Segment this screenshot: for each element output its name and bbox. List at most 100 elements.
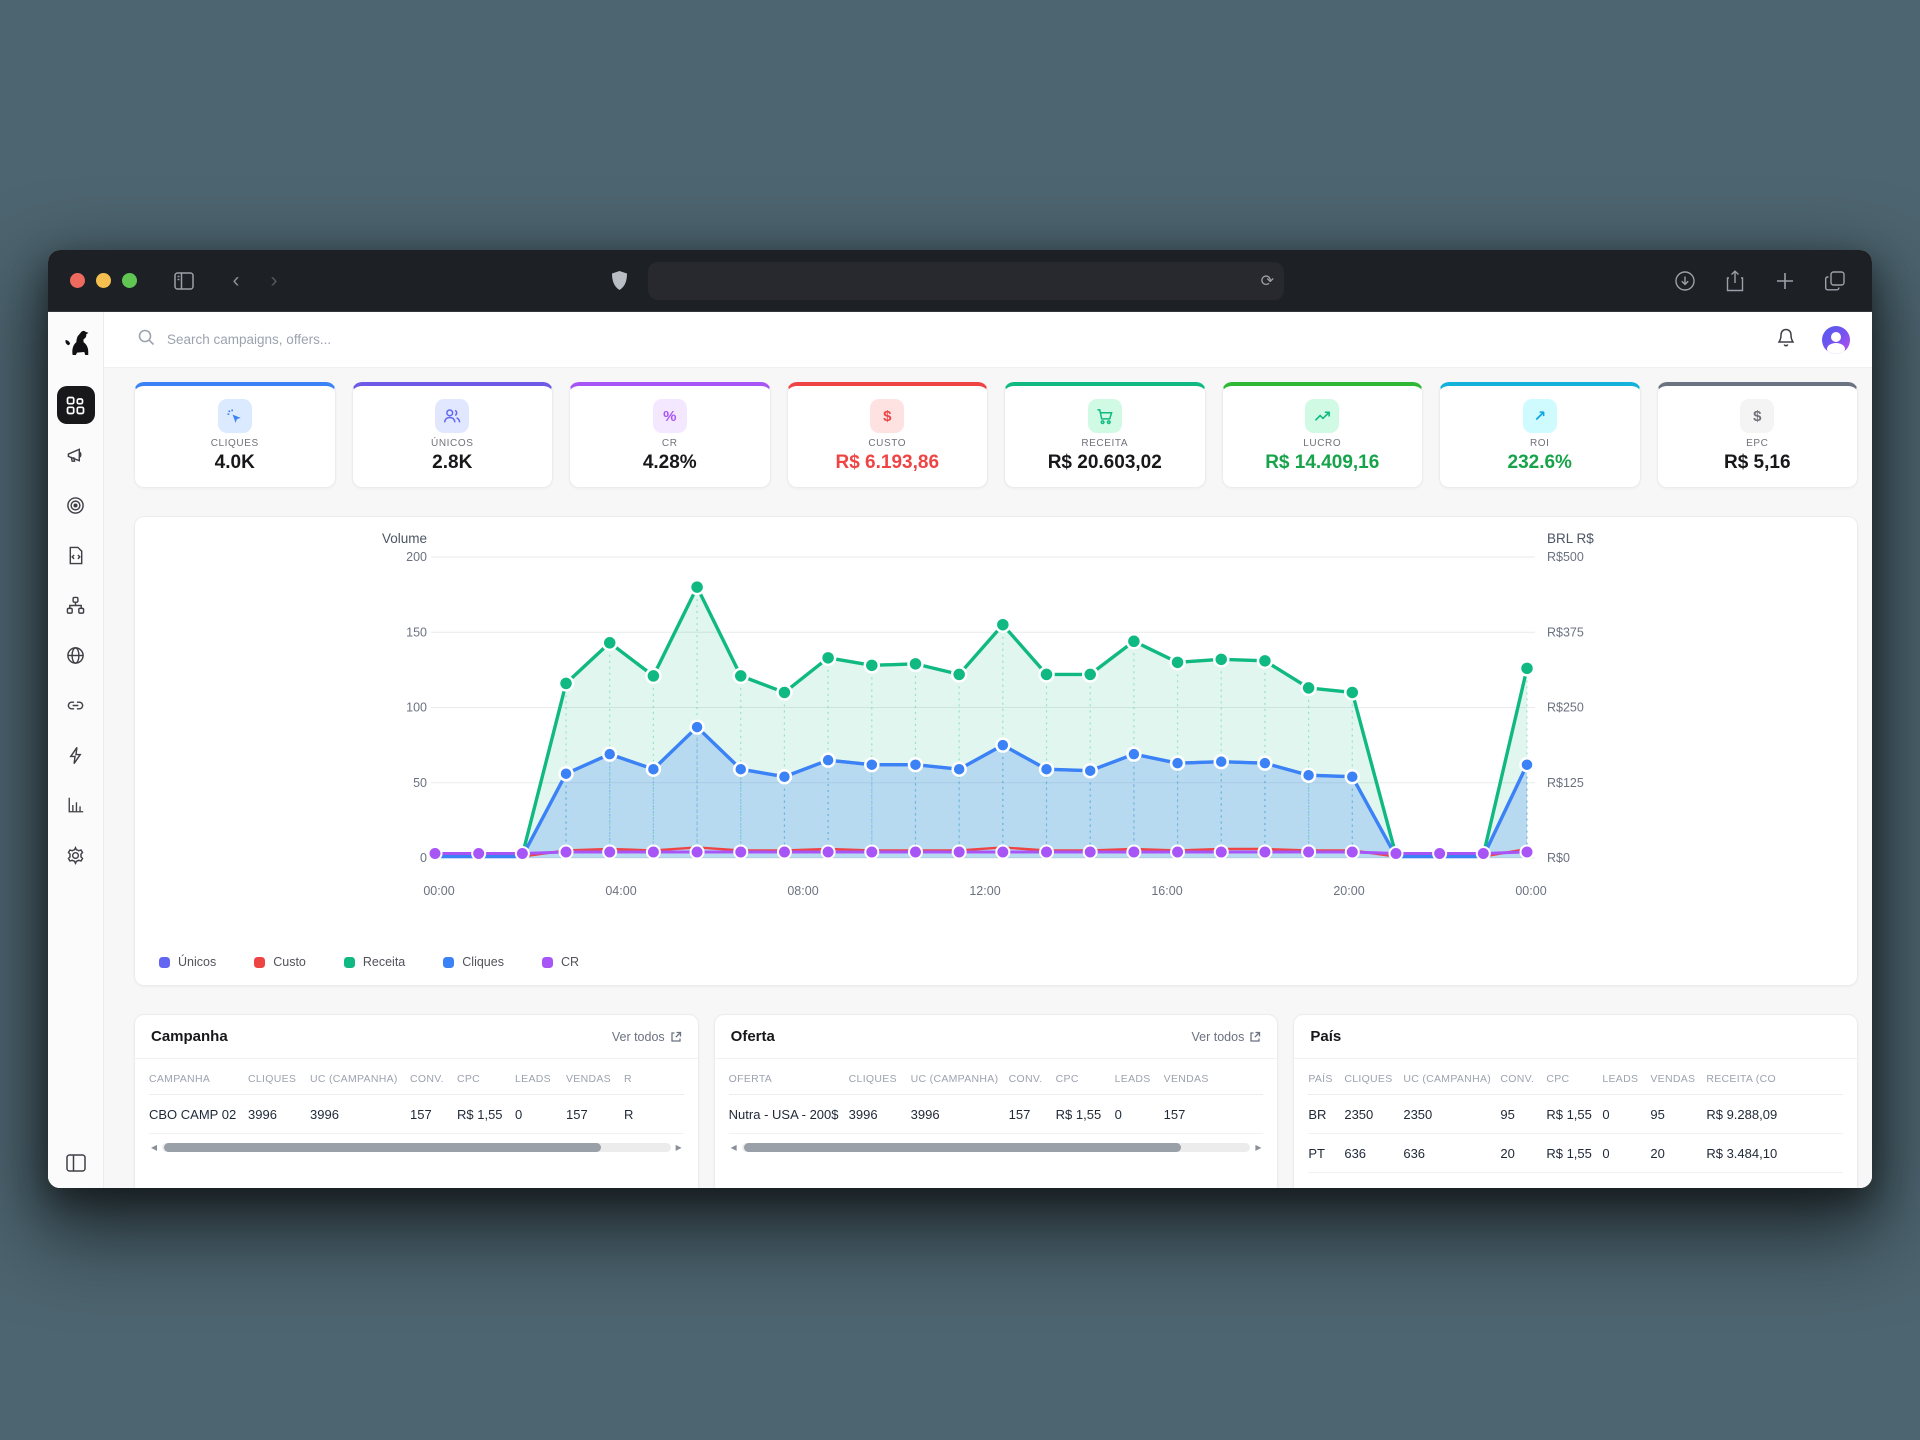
- horizontal-scrollbar[interactable]: ◂▸: [729, 1134, 1264, 1153]
- svg-text:R$0: R$0: [1547, 851, 1570, 865]
- scrollbar-track[interactable]: [162, 1143, 671, 1152]
- scroll-right-arrow[interactable]: ▸: [1255, 1141, 1261, 1153]
- kpi-value: 4.0K: [215, 452, 255, 474]
- table-header-row: CAMPANHACLIQUESUC (CAMPANHA)CONV.CPCLEAD…: [149, 1059, 684, 1095]
- kpi-card-cr: % CR 4.28%: [569, 382, 771, 488]
- table-cell: CPC: [457, 1059, 515, 1094]
- legend-item[interactable]: CR: [542, 955, 579, 969]
- sidebar-item-campaigns[interactable]: [57, 436, 95, 474]
- scroll-left-arrow[interactable]: ◂: [731, 1141, 737, 1153]
- new-tab-icon[interactable]: [1770, 266, 1800, 296]
- table-cell: UC (CAMPANHA): [310, 1059, 410, 1094]
- table-cell: CLIQUES: [248, 1059, 310, 1094]
- tables-row: Campanha Ver todos CAMPANHACLIQUESUC (CA…: [134, 1014, 1858, 1188]
- user-avatar[interactable]: [1822, 326, 1850, 354]
- kpi-label: CUSTO: [868, 438, 906, 449]
- table-cell: 20: [1500, 1134, 1546, 1172]
- svg-text:50: 50: [413, 776, 427, 790]
- kpi-label: LUCRO: [1303, 438, 1341, 449]
- legend-item[interactable]: Únicos: [159, 955, 216, 969]
- svg-text:20:00: 20:00: [1333, 884, 1364, 898]
- table-body: PAÍSCLIQUESUC (CAMPANHA)CONV.CPCLEADSVEN…: [1294, 1059, 1857, 1173]
- table-cell: R$ 9.288,09: [1706, 1095, 1843, 1133]
- desktop-background: ‹ › ⟳: [0, 0, 1920, 1440]
- window-controls: [70, 273, 137, 288]
- share-icon[interactable]: [1720, 266, 1750, 296]
- table-cell: 157: [566, 1095, 624, 1133]
- table-body: OFERTACLIQUESUC (CAMPANHA)CONV.CPCLEADSV…: [715, 1059, 1278, 1153]
- legend-item[interactable]: Custo: [254, 955, 306, 969]
- pais-table-card: País PAÍSCLIQUESUC (CAMPANHA)CONV.CPCLEA…: [1293, 1014, 1858, 1188]
- minimize-window-button[interactable]: [96, 273, 111, 288]
- table-cell: 20: [1650, 1134, 1706, 1172]
- table-row: CBO CAMP 0239963996157R$ 1,550157R: [149, 1095, 684, 1134]
- collapse-sidebar-icon[interactable]: [48, 1154, 104, 1172]
- scrollbar-thumb[interactable]: [744, 1143, 1181, 1152]
- tab-overview-icon[interactable]: [1820, 266, 1850, 296]
- sidebar-item-settings[interactable]: [57, 836, 95, 874]
- close-window-button[interactable]: [70, 273, 85, 288]
- search-input[interactable]: Search campaigns, offers...: [138, 329, 331, 351]
- scroll-right-arrow[interactable]: ▸: [676, 1141, 682, 1153]
- legend-label: Cliques: [462, 955, 504, 969]
- search-icon: [138, 329, 155, 351]
- table-body: CAMPANHACLIQUESUC (CAMPANHA)CONV.CPCLEAD…: [135, 1059, 698, 1153]
- horizontal-scrollbar[interactable]: ◂▸: [149, 1134, 684, 1153]
- sidebar-item-links[interactable]: [57, 686, 95, 724]
- legend-label: CR: [561, 955, 579, 969]
- legend-item[interactable]: Cliques: [443, 955, 504, 969]
- scrollbar-thumb[interactable]: [164, 1143, 601, 1152]
- sidebar-item-landers[interactable]: [57, 536, 95, 574]
- reload-icon[interactable]: ⟳: [1261, 271, 1274, 291]
- scrollbar-track[interactable]: [742, 1143, 1251, 1152]
- table-cell: PT: [1308, 1134, 1344, 1172]
- table-cell: CONV.: [1500, 1059, 1546, 1094]
- table-cell: RECEITA (CO: [1706, 1059, 1843, 1094]
- app-topbar: Search campaigns, offers...: [104, 312, 1872, 368]
- table-cell: CONV.: [1009, 1059, 1056, 1094]
- kpi-label: RECEITA: [1081, 438, 1128, 449]
- sidebar-item-integrations[interactable]: [57, 736, 95, 774]
- chart-svg: 200R$500150R$375100R$25050R$1250R$0Volum…: [135, 517, 1859, 987]
- table-cell: 95: [1650, 1095, 1706, 1133]
- table-cell: 3996: [911, 1095, 1009, 1133]
- table-cell: 0: [1115, 1095, 1164, 1133]
- table-cell: 157: [410, 1095, 457, 1133]
- kpi-label: ROI: [1530, 438, 1550, 449]
- traffic-chart-card: 200R$500150R$375100R$25050R$1250R$0Volum…: [134, 516, 1858, 986]
- table-cell: 636: [1344, 1134, 1403, 1172]
- kpi-card-roi: ↗ ROI 232.6%: [1439, 382, 1641, 488]
- zoom-window-button[interactable]: [122, 273, 137, 288]
- table-cell: VENDAS: [1650, 1059, 1706, 1094]
- forward-button[interactable]: ›: [259, 266, 289, 296]
- downloads-icon[interactable]: [1670, 266, 1700, 296]
- kpi-value: 4.28%: [643, 452, 697, 474]
- svg-text:100: 100: [406, 701, 427, 715]
- browser-window: ‹ › ⟳: [48, 250, 1872, 1188]
- table-cell: 157: [1164, 1095, 1264, 1133]
- browser-sidebar-toggle-icon[interactable]: [169, 266, 199, 296]
- kpi-value: 2.8K: [432, 452, 472, 474]
- address-bar[interactable]: ⟳: [648, 262, 1284, 300]
- back-button[interactable]: ‹: [221, 266, 251, 296]
- privacy-shield-icon: [604, 266, 634, 296]
- svg-text:200: 200: [406, 550, 427, 564]
- table-title: Oferta: [731, 1028, 775, 1045]
- sidebar-item-domains[interactable]: [57, 636, 95, 674]
- sidebar-item-reports[interactable]: [57, 786, 95, 824]
- table-cell: 157: [1009, 1095, 1056, 1133]
- percent-icon: %: [653, 399, 687, 433]
- notifications-bell-icon[interactable]: [1776, 327, 1796, 353]
- scroll-left-arrow[interactable]: ◂: [151, 1141, 157, 1153]
- sidebar-item-offers[interactable]: [57, 486, 95, 524]
- ver-todos-link[interactable]: Ver todos: [612, 1030, 682, 1044]
- table-cell: UC (CAMPANHA): [1403, 1059, 1500, 1094]
- sidebar-item-flows[interactable]: [57, 586, 95, 624]
- ver-todos-link[interactable]: Ver todos: [1192, 1030, 1262, 1044]
- arrow-up-right-icon: ↗: [1523, 399, 1557, 433]
- kpi-card-cliques: CLIQUES 4.0K: [134, 382, 336, 488]
- legend-item[interactable]: Receita: [344, 955, 405, 969]
- sidebar-item-dashboard[interactable]: [57, 386, 95, 424]
- chart-legend: Únicos Custo Receita Cliques CR: [159, 955, 579, 969]
- svg-text:R$375: R$375: [1547, 625, 1584, 639]
